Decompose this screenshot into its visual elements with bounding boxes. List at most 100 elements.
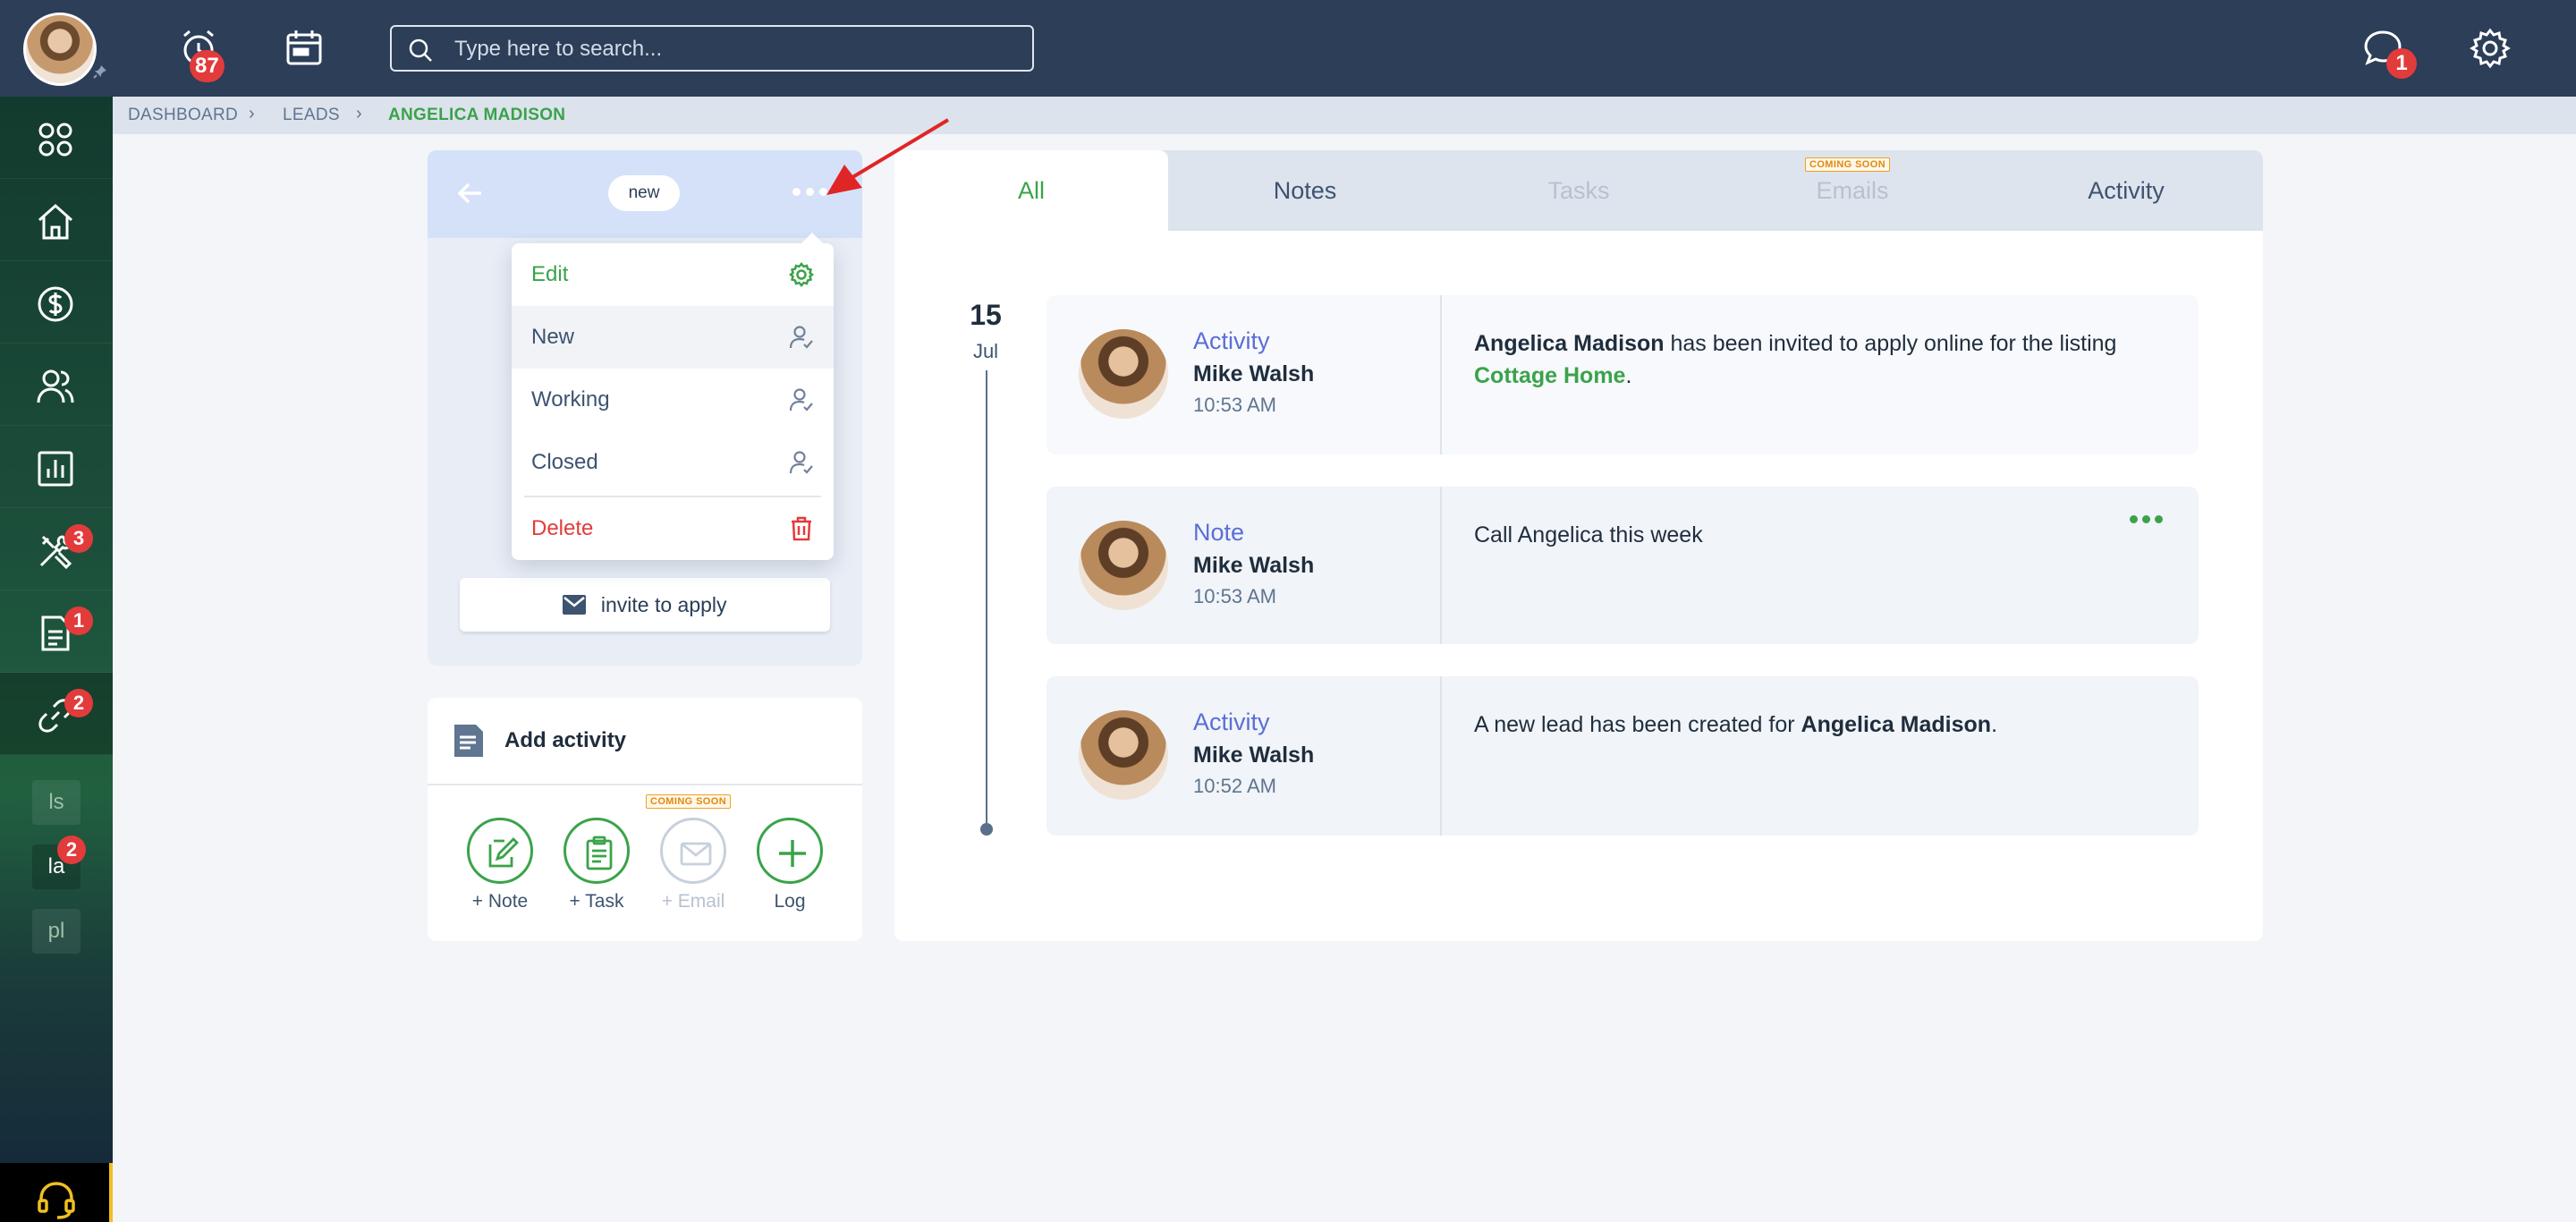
user-check-icon bbox=[789, 451, 813, 474]
search-box[interactable] bbox=[390, 25, 1034, 72]
apps-grid-icon bbox=[38, 123, 72, 157]
timeline-line bbox=[986, 370, 987, 828]
breadcrumb-dashboard[interactable]: DASHBOARD bbox=[128, 106, 238, 125]
timeline-date-day: 15 bbox=[970, 299, 1002, 331]
avatar bbox=[1079, 710, 1168, 800]
lead-card-header: new bbox=[428, 150, 862, 238]
listing-link[interactable]: Cottage Home bbox=[1474, 363, 1625, 388]
status-badge: new bbox=[608, 175, 680, 211]
add-activity-header: Add activity bbox=[428, 698, 862, 785]
menu-item-label: Closed bbox=[531, 450, 598, 474]
entry-time: 10:53 AM bbox=[1193, 585, 1276, 607]
sidebar-item-links[interactable]: 2 bbox=[0, 673, 113, 755]
timeline-date-month: Jul bbox=[972, 340, 999, 362]
chart-icon bbox=[38, 451, 73, 487]
entry-author: Mike Walsh bbox=[1193, 553, 1315, 578]
sidebar-item-reports[interactable] bbox=[0, 426, 113, 508]
avatar bbox=[1079, 329, 1168, 419]
add-task-button[interactable] bbox=[564, 818, 630, 884]
menu-item-edit[interactable]: Edit bbox=[512, 243, 834, 306]
breadcrumb-leads[interactable]: LEADS bbox=[283, 106, 340, 125]
menu-item-working[interactable]: Working bbox=[512, 369, 834, 431]
log-label: Log bbox=[774, 891, 806, 912]
entry-more-button[interactable] bbox=[2125, 512, 2163, 528]
back-arrow-icon[interactable] bbox=[454, 177, 487, 209]
invite-to-apply-button[interactable]: invite to apply bbox=[460, 578, 830, 632]
timeline-entry: Activity Mike Walsh 10:52 AM A new lead … bbox=[1046, 676, 2199, 836]
timeline-entry: Note Mike Walsh 10:53 AM Call Angelica t… bbox=[1046, 487, 2199, 644]
menu-item-new[interactable]: New bbox=[512, 306, 834, 369]
breadcrumb-chevron-icon: › bbox=[356, 104, 362, 123]
lead-name: Angelica Madison bbox=[1474, 331, 1665, 356]
add-email-button bbox=[660, 818, 726, 884]
user-avatar[interactable] bbox=[23, 13, 97, 86]
gear-icon[interactable] bbox=[2469, 27, 2512, 70]
search-input[interactable] bbox=[454, 34, 1009, 64]
email-icon bbox=[680, 842, 712, 866]
links-badge: 2 bbox=[64, 689, 93, 717]
user-check-icon bbox=[789, 388, 813, 412]
entry-text-end: . bbox=[1625, 363, 1632, 388]
menu-item-label: Edit bbox=[531, 262, 569, 286]
sidebar-item-home[interactable] bbox=[0, 179, 113, 261]
tab-tasks: Tasks bbox=[1547, 177, 1610, 204]
sidebar: 3 1 2 ls la 2 pl bbox=[0, 97, 113, 1222]
envelope-icon bbox=[563, 594, 587, 615]
status-dropdown-menu: Edit New Working Closed Delete bbox=[512, 233, 834, 560]
menu-item-delete[interactable]: Delete bbox=[512, 497, 834, 560]
sub-la-badge: 2 bbox=[57, 836, 86, 864]
tab-bar: All Notes Tasks Emails COMING SOON Activ… bbox=[894, 150, 2263, 231]
coming-soon-tag: COMING SOON bbox=[646, 794, 732, 809]
entry-type: Note bbox=[1193, 519, 1245, 546]
entry-author: Mike Walsh bbox=[1193, 361, 1315, 386]
entry-text-end: . bbox=[1991, 712, 1998, 737]
log-button[interactable] bbox=[757, 818, 823, 884]
home-icon bbox=[38, 203, 72, 240]
clipboard-icon bbox=[586, 836, 613, 870]
timeline-dot bbox=[980, 823, 993, 836]
dollar-icon bbox=[38, 286, 73, 322]
avatar bbox=[1079, 521, 1168, 610]
sidebar-sub-ls[interactable]: ls bbox=[32, 780, 80, 825]
entry-author: Mike Walsh bbox=[1193, 743, 1315, 768]
sidebar-sub-pl[interactable]: pl bbox=[32, 909, 80, 954]
sidebar-item-contacts[interactable] bbox=[0, 344, 113, 426]
entry-type: Activity bbox=[1193, 327, 1270, 354]
calendar-icon[interactable] bbox=[283, 27, 326, 70]
menu-item-label: Working bbox=[531, 387, 610, 412]
documents-badge: 1 bbox=[64, 607, 93, 635]
add-activity-card: Add activity COMING SOON + Note + Task +… bbox=[428, 698, 862, 941]
add-note-label: + Note bbox=[471, 891, 529, 912]
entry-text-body: has been invited to apply online for the… bbox=[1664, 331, 2117, 356]
menu-item-label: Delete bbox=[531, 516, 594, 540]
entry-time: 10:53 AM bbox=[1193, 394, 1276, 416]
entry-divider bbox=[1440, 487, 1442, 644]
gear-icon bbox=[789, 262, 814, 287]
entry-divider bbox=[1440, 295, 1442, 454]
breadcrumb-chevron-icon: › bbox=[249, 104, 255, 123]
users-icon bbox=[37, 369, 74, 403]
entry-text: Angelica Madison has been invited to app… bbox=[1474, 327, 2154, 392]
note-edit-icon bbox=[488, 837, 519, 868]
sidebar-item-finance[interactable] bbox=[0, 261, 113, 344]
add-note-button[interactable] bbox=[467, 818, 533, 884]
entry-type: Activity bbox=[1193, 709, 1270, 735]
annotation-arrow-icon bbox=[826, 118, 950, 195]
breadcrumb: DASHBOARD › LEADS › ANGELICA MADISON bbox=[113, 97, 2576, 134]
tab-activity[interactable]: Activity bbox=[1989, 150, 2263, 231]
lead-name: Angelica Madison bbox=[1801, 712, 1992, 737]
pin-icon bbox=[93, 64, 107, 79]
menu-item-label: New bbox=[531, 325, 575, 349]
entry-text: A new lead has been created for Angelica… bbox=[1474, 709, 2154, 741]
sidebar-item-tools[interactable]: 3 bbox=[0, 508, 113, 590]
search-icon bbox=[409, 38, 432, 62]
tools-badge: 3 bbox=[64, 524, 93, 553]
sidebar-item-documents[interactable]: 1 bbox=[0, 590, 113, 673]
entry-divider bbox=[1440, 676, 1442, 836]
messages-badge: 1 bbox=[2386, 48, 2417, 79]
sidebar-item-apps[interactable] bbox=[0, 97, 113, 179]
tab-notes[interactable]: Notes bbox=[1168, 150, 1442, 231]
entry-time: 10:52 AM bbox=[1193, 775, 1276, 797]
menu-item-closed[interactable]: Closed bbox=[512, 431, 834, 494]
support-button[interactable] bbox=[0, 1163, 113, 1222]
